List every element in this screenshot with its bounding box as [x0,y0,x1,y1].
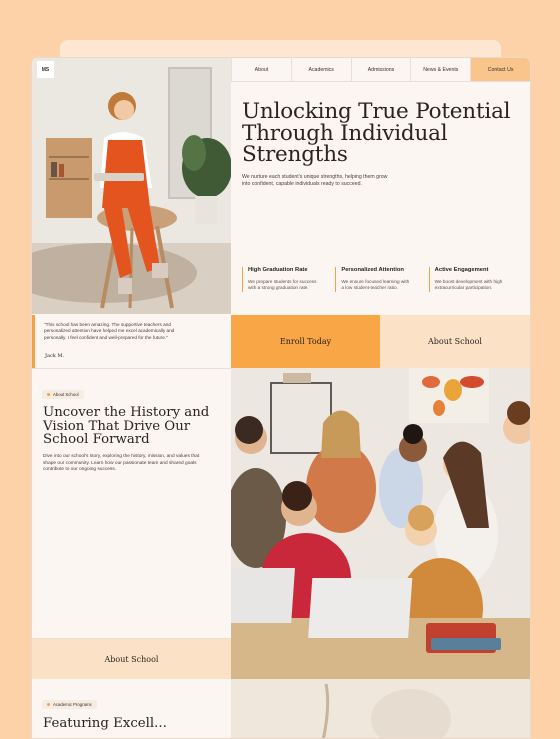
stat-text: We ensure focused learning with a low st… [341,279,410,291]
nav-admissions[interactable]: Admissions [350,58,411,81]
about-text: Dive into our school's story, exploring … [43,454,200,473]
stat-title: Personalized Attention [341,267,404,273]
classroom-photo [231,368,530,679]
testimonial-author: Jack M. [45,353,65,359]
about-tag: About School [42,390,84,399]
programs-section: Academic Programs Featuring Excell... [32,679,231,738]
hero-photo-child-reading: MS [32,58,231,314]
stat-text: We prepare students for success with a s… [248,279,317,291]
about-school-button[interactable]: About School [380,315,530,368]
dot-icon [47,703,50,706]
about-section: About School Uncover the History and Vis… [32,368,231,639]
nav-contact-button[interactable]: Contact Us [470,58,530,81]
enroll-button[interactable]: Enroll Today [231,315,380,368]
programs-tag-label: Academic Programs [53,702,92,707]
stat-engagement: Active Engagement We boost development w… [428,267,522,292]
stat-graduation: High Graduation Rate We prepare students… [242,267,335,292]
programs-illustration [231,679,530,738]
testimonial-quote: "This school has been amazing. The suppo… [44,322,175,340]
testimonial: "This school has been amazing. The suppo… [32,315,231,368]
programs-title: Featuring Excell... [43,716,167,731]
stat-title: High Graduation Rate [248,267,308,273]
classroom-illustration [231,368,530,679]
about-tag-label: About School [53,392,79,397]
about-school-secondary-button[interactable]: About School [32,638,231,680]
programs-tag: Academic Programs [42,700,97,709]
hero-title: Unlocking True Potential Through Individ… [242,99,511,167]
stats-row: High Graduation Rate We prepare students… [242,267,522,292]
stat-text: We boost development with high extracurr… [434,279,503,291]
stat-title: Active Engagement [434,267,489,273]
site-logo[interactable]: MS [37,61,54,78]
top-nav: About Academics Admissions News & Events… [231,58,530,82]
nav-about[interactable]: About [231,58,291,81]
about-title: Uncover the History and Vision That Driv… [43,405,210,447]
nav-news-events[interactable]: News & Events [410,58,471,81]
hero-illustration [32,58,231,314]
programs-photo [231,679,530,738]
stat-attention: Personalized Attention We ensure focused… [335,267,428,292]
hero-subtitle: We nurture each student's unique strengt… [242,174,388,187]
nav-academics[interactable]: Academics [290,58,351,81]
website-preview: MS About Academics Admissions News & Eve… [31,57,531,739]
dot-icon [47,393,50,396]
